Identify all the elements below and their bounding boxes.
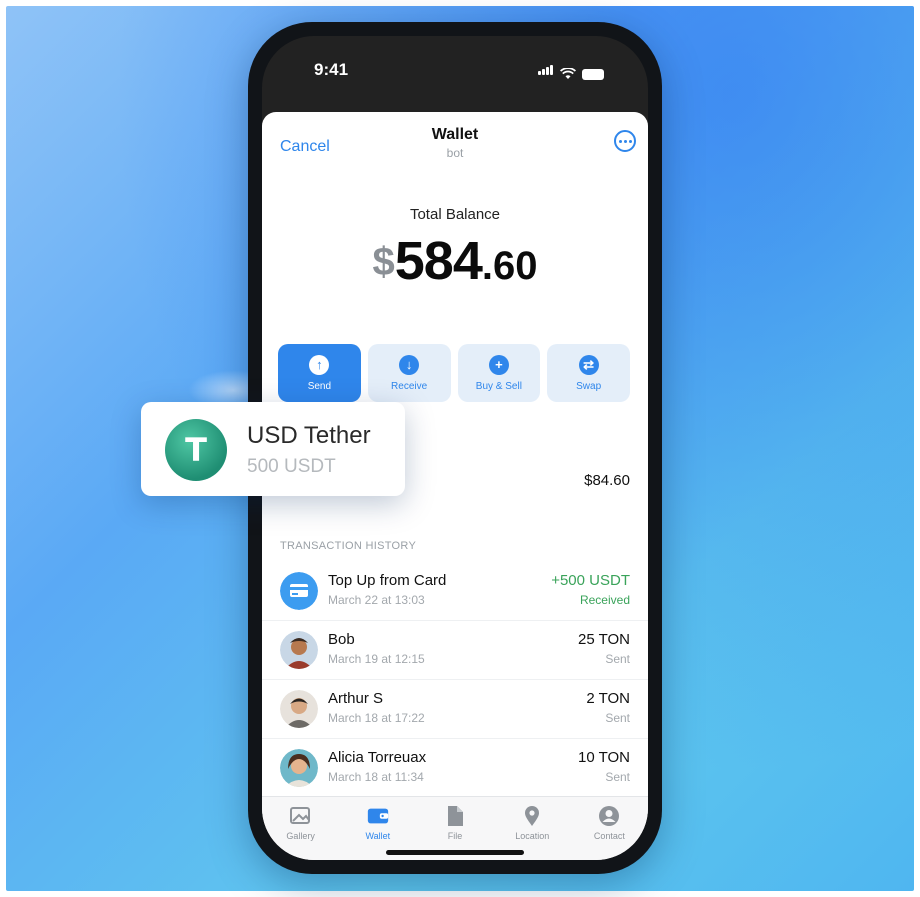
transaction-status: Received xyxy=(579,593,630,607)
transaction-status: Sent xyxy=(605,770,630,784)
asset-name: USD Tether xyxy=(247,422,371,449)
transaction-date: March 18 at 17:22 xyxy=(328,711,425,725)
swap-icon: ⇄ xyxy=(578,354,599,375)
transaction-amount: 2 TON xyxy=(586,690,630,707)
balance-integer: 584 xyxy=(394,231,483,291)
asset-card-usdt[interactable]: T USD Tether 500 USDT xyxy=(141,402,405,496)
location-icon xyxy=(520,805,544,827)
total-balance-label: Total Balance xyxy=(409,206,501,223)
ellipsis-circle-icon[interactable] xyxy=(614,130,636,152)
tab-label: File xyxy=(447,831,463,841)
total-balance-amount: $584.60 xyxy=(262,230,648,292)
transaction-status: Sent xyxy=(605,711,630,725)
arrow-down-icon: ↓ xyxy=(399,354,420,375)
transaction-date: March 18 at 11:34 xyxy=(328,770,424,784)
send-label: Send xyxy=(307,380,332,392)
contact-icon xyxy=(597,805,621,827)
transaction-name: Alicia Torreuax xyxy=(328,749,427,766)
tab-label: Wallet xyxy=(365,831,391,841)
status-bar: 9:41 xyxy=(262,36,648,96)
action-buttons: ↑ Send ↓ Receive + Buy & Sell ⇄ Swap xyxy=(278,344,630,402)
transaction-name: Arthur S xyxy=(328,690,384,707)
transaction-date: March 19 at 12:15 xyxy=(328,652,425,666)
swap-label: Swap xyxy=(576,380,602,392)
status-icons xyxy=(538,62,604,80)
signal-icon xyxy=(538,62,554,80)
file-icon xyxy=(443,805,467,827)
avatar xyxy=(280,749,318,787)
avatar xyxy=(280,690,318,728)
transaction-row[interactable]: Alicia Torreuax March 18 at 11:34 10 TON… xyxy=(262,738,648,797)
page-title: Wallet xyxy=(431,126,479,143)
receive-button[interactable]: ↓ Receive xyxy=(367,344,451,402)
transaction-amount: +500 USDT xyxy=(551,572,630,589)
nav-bar: Cancel Wallet bot xyxy=(262,112,648,182)
transaction-amount: 25 TON xyxy=(578,631,630,648)
send-button[interactable]: ↑ Send xyxy=(278,344,361,402)
tab-label: Gallery xyxy=(286,831,315,841)
transaction-name: Bob xyxy=(328,631,355,648)
wallet-icon xyxy=(366,805,390,827)
transaction-date: March 22 at 13:03 xyxy=(328,593,425,607)
transaction-list: Top Up from Card March 22 at 13:03 +500 … xyxy=(262,562,648,797)
tab-label: Contact xyxy=(593,831,625,841)
tether-icon: T xyxy=(165,419,227,481)
arrow-up-icon: ↑ xyxy=(309,354,330,375)
receive-label: Receive xyxy=(391,380,428,392)
transaction-amount: 10 TON xyxy=(578,749,630,766)
plus-icon: + xyxy=(488,354,509,375)
asset-value: $84.60 xyxy=(584,472,630,489)
swap-button[interactable]: ⇄ Swap xyxy=(547,344,630,402)
tab-contact[interactable]: Contact xyxy=(571,797,648,860)
tab-gallery[interactable]: Gallery xyxy=(262,797,339,860)
tether-symbol: T xyxy=(185,431,207,469)
gallery-icon xyxy=(289,805,313,827)
balance-currency: $ xyxy=(372,240,395,284)
avatar xyxy=(280,631,318,669)
buy-sell-button[interactable]: + Buy & Sell xyxy=(457,344,541,402)
battery-icon xyxy=(582,69,604,80)
home-indicator xyxy=(386,850,524,855)
transaction-row[interactable]: Top Up from Card March 22 at 13:03 +500 … xyxy=(262,562,648,620)
transaction-name: Top Up from Card xyxy=(328,572,447,589)
tab-label: Location xyxy=(515,831,550,841)
balance-decimal: .60 xyxy=(481,244,538,288)
asset-amount: 500 USDT xyxy=(247,456,336,477)
card-icon xyxy=(280,572,318,610)
status-time: 9:41 xyxy=(314,60,349,79)
wifi-icon xyxy=(560,68,576,79)
transaction-row[interactable]: Arthur S March 18 at 17:22 2 TON Sent xyxy=(262,679,648,738)
transaction-history-header: TRANSACTION HISTORY xyxy=(280,540,417,552)
buy-sell-label: Buy & Sell xyxy=(475,380,522,392)
transaction-status: Sent xyxy=(605,652,630,666)
page-subtitle: bot xyxy=(446,146,464,160)
transaction-row[interactable]: Bob March 19 at 12:15 25 TON Sent xyxy=(262,620,648,679)
